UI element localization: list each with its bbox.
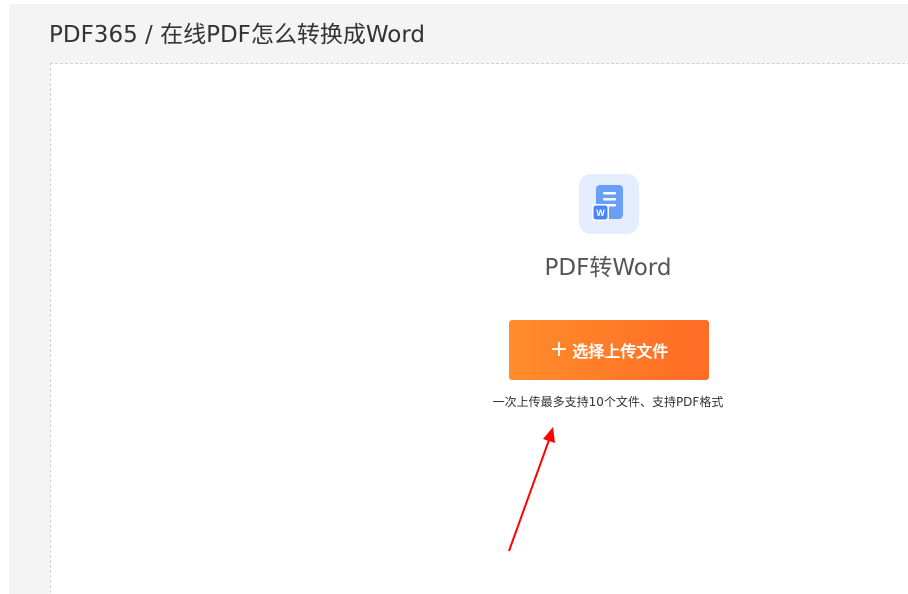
breadcrumb: PDF365 / 在线PDF怎么转换成Word (49, 22, 426, 48)
select-upload-file-button[interactable]: + 选择上传文件 (509, 320, 709, 380)
upload-hint: 一次上传最多支持10个文件、支持PDF格式 (492, 395, 724, 409)
file-drop-zone[interactable] (50, 63, 908, 594)
plus-icon: + (549, 337, 569, 362)
upload-button-label: 选择上传文件 (572, 342, 669, 361)
page: PDF365 / 在线PDF怎么转换成Word W PDF转Word + 选择上… (0, 0, 908, 594)
svg-text:W: W (596, 208, 605, 218)
word-document-icon: W (579, 174, 639, 234)
tool-title: PDF转Word (544, 255, 672, 281)
